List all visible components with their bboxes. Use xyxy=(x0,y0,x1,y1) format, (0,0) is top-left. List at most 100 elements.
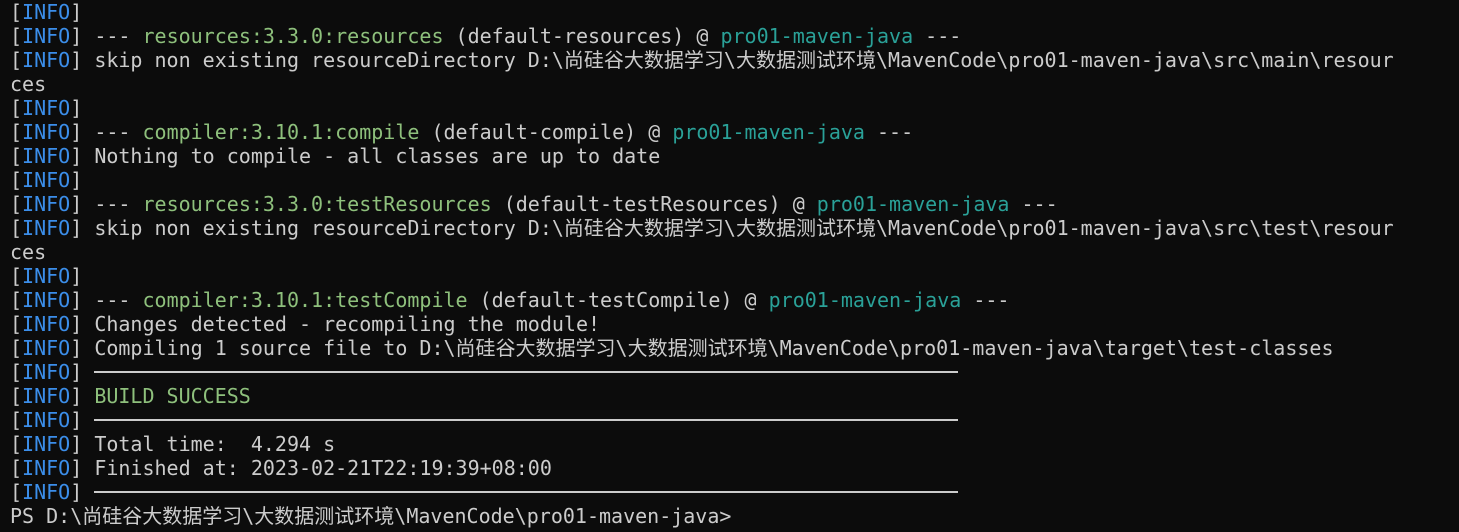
info-tag-close: ] xyxy=(70,48,95,72)
log-line: [INFO] skip non existing resourceDirecto… xyxy=(10,216,1459,240)
log-line: [INFO] BUILD SUCCESS xyxy=(10,384,1459,408)
info-tag-close: ] xyxy=(70,480,95,504)
info-tag-open: [ xyxy=(10,312,23,336)
project-name: pro01-maven-java xyxy=(768,288,962,312)
info-tag-open: [ xyxy=(10,216,23,240)
info-tag-label: INFO xyxy=(22,480,71,504)
info-tag-close: ] xyxy=(70,360,95,384)
plugin-goal: compiler:3.10.1:compile xyxy=(142,120,420,144)
log-line: ces xyxy=(10,240,1459,264)
info-tag-label: INFO xyxy=(22,408,71,432)
info-tag-label: INFO xyxy=(22,384,71,408)
separator-rule xyxy=(94,370,959,373)
info-tag-open: [ xyxy=(10,48,23,72)
project-name: pro01-maven-java xyxy=(720,24,914,48)
project-name: pro01-maven-java xyxy=(672,120,865,144)
terminal-output[interactable]: [INFO] [INFO] --- resources:3.3.0:resour… xyxy=(0,0,1459,532)
info-tag-label: INFO xyxy=(22,120,71,144)
info-tag-label: INFO xyxy=(22,0,71,24)
log-line: [INFO] Changes detected - recompiling th… xyxy=(10,312,1459,336)
info-tag-open: [ xyxy=(10,192,23,216)
info-tag-close: ] xyxy=(70,96,95,120)
info-tag-close: ] xyxy=(70,312,95,336)
log-message: Compiling 1 source file to D:\尚硅谷大数据学习\大… xyxy=(94,336,1334,360)
goal-suffix: --- xyxy=(1009,192,1058,216)
log-message: Finished at: 2023-02-21T22:19:39+08:00 xyxy=(94,456,552,480)
log-line: [INFO] Nothing to compile - all classes … xyxy=(10,144,1459,168)
log-line: [INFO] --- resources:3.3.0:testResources… xyxy=(10,192,1459,216)
goal-execution: (default-resources) @ xyxy=(443,24,721,48)
goal-prefix: --- xyxy=(94,120,143,144)
info-tag-open: [ xyxy=(10,288,23,312)
info-tag-open: [ xyxy=(10,168,23,192)
info-tag-close: ] xyxy=(70,432,95,456)
separator-rule xyxy=(94,418,959,421)
goal-prefix: --- xyxy=(94,24,143,48)
info-tag-close: ] xyxy=(70,144,95,168)
info-tag-close: ] xyxy=(70,192,95,216)
log-line: [INFO] xyxy=(10,96,1459,120)
info-tag-open: [ xyxy=(10,432,23,456)
log-line: [INFO] --- compiler:3.10.1:testCompile (… xyxy=(10,288,1459,312)
info-tag-label: INFO xyxy=(22,24,71,48)
plugin-goal: resources:3.3.0:resources xyxy=(142,24,444,48)
info-tag-open: [ xyxy=(10,144,23,168)
log-line: [INFO] xyxy=(10,0,1459,24)
log-line: [INFO] Finished at: 2023-02-21T22:19:39+… xyxy=(10,456,1459,480)
info-tag-label: INFO xyxy=(22,216,71,240)
info-tag-label: INFO xyxy=(22,168,71,192)
info-tag-label: INFO xyxy=(22,264,71,288)
log-line: [INFO] xyxy=(10,408,1459,432)
info-tag-open: [ xyxy=(10,0,23,24)
info-tag-label: INFO xyxy=(22,144,71,168)
info-tag-label: INFO xyxy=(22,48,71,72)
log-line: [INFO] Compiling 1 source file to D:\尚硅谷… xyxy=(10,336,1459,360)
info-tag-close: ] xyxy=(70,216,95,240)
log-message: skip non existing resourceDirectory D:\尚… xyxy=(94,48,1394,72)
info-tag-open: [ xyxy=(10,336,23,360)
info-tag-close: ] xyxy=(70,0,95,24)
info-tag-label: INFO xyxy=(22,192,71,216)
goal-suffix: --- xyxy=(961,288,1010,312)
log-line: [INFO] xyxy=(10,360,1459,384)
info-tag-label: INFO xyxy=(22,456,71,480)
separator-rule xyxy=(94,490,959,493)
info-tag-close: ] xyxy=(70,168,95,192)
shell-prompt[interactable]: PS D:\尚硅谷大数据学习\大数据测试环境\MavenCode\pro01-m… xyxy=(10,504,1459,528)
build-success: BUILD SUCCESS xyxy=(94,384,251,408)
goal-prefix: --- xyxy=(94,288,143,312)
info-tag-label: INFO xyxy=(22,360,71,384)
info-tag-close: ] xyxy=(70,384,95,408)
info-tag-open: [ xyxy=(10,264,23,288)
info-tag-open: [ xyxy=(10,384,23,408)
log-message: Total time: 4.294 s xyxy=(94,432,336,456)
info-tag-label: INFO xyxy=(22,288,71,312)
info-tag-close: ] xyxy=(70,264,95,288)
goal-execution: (default-testResources) @ xyxy=(491,192,817,216)
info-tag-open: [ xyxy=(10,96,23,120)
info-tag-open: [ xyxy=(10,480,23,504)
goal-suffix: --- xyxy=(864,120,914,144)
info-tag-open: [ xyxy=(10,24,23,48)
info-tag-open: [ xyxy=(10,456,23,480)
info-tag-close: ] xyxy=(70,120,95,144)
log-message: ces xyxy=(10,72,47,96)
info-tag-open: [ xyxy=(10,120,23,144)
info-tag-label: INFO xyxy=(22,336,71,360)
goal-suffix: --- xyxy=(913,24,962,48)
plugin-goal: compiler:3.10.1:testCompile xyxy=(142,288,468,312)
goal-execution: (default-compile) @ xyxy=(419,120,673,144)
project-name: pro01-maven-java xyxy=(816,192,1010,216)
info-tag-open: [ xyxy=(10,360,23,384)
log-line: [INFO] --- resources:3.3.0:resources (de… xyxy=(10,24,1459,48)
log-line: [INFO] Total time: 4.294 s xyxy=(10,432,1459,456)
log-line: [INFO] xyxy=(10,480,1459,504)
log-message: Changes detected - recompiling the modul… xyxy=(94,312,601,336)
log-message: Nothing to compile - all classes are up … xyxy=(94,144,661,168)
goal-execution: (default-testCompile) @ xyxy=(467,288,769,312)
info-tag-label: INFO xyxy=(22,312,71,336)
log-message: skip non existing resourceDirectory D:\尚… xyxy=(94,216,1394,240)
prompt-text: PS D:\尚硅谷大数据学习\大数据测试环境\MavenCode\pro01-m… xyxy=(10,504,732,528)
info-tag-close: ] xyxy=(70,24,95,48)
info-tag-close: ] xyxy=(70,336,95,360)
